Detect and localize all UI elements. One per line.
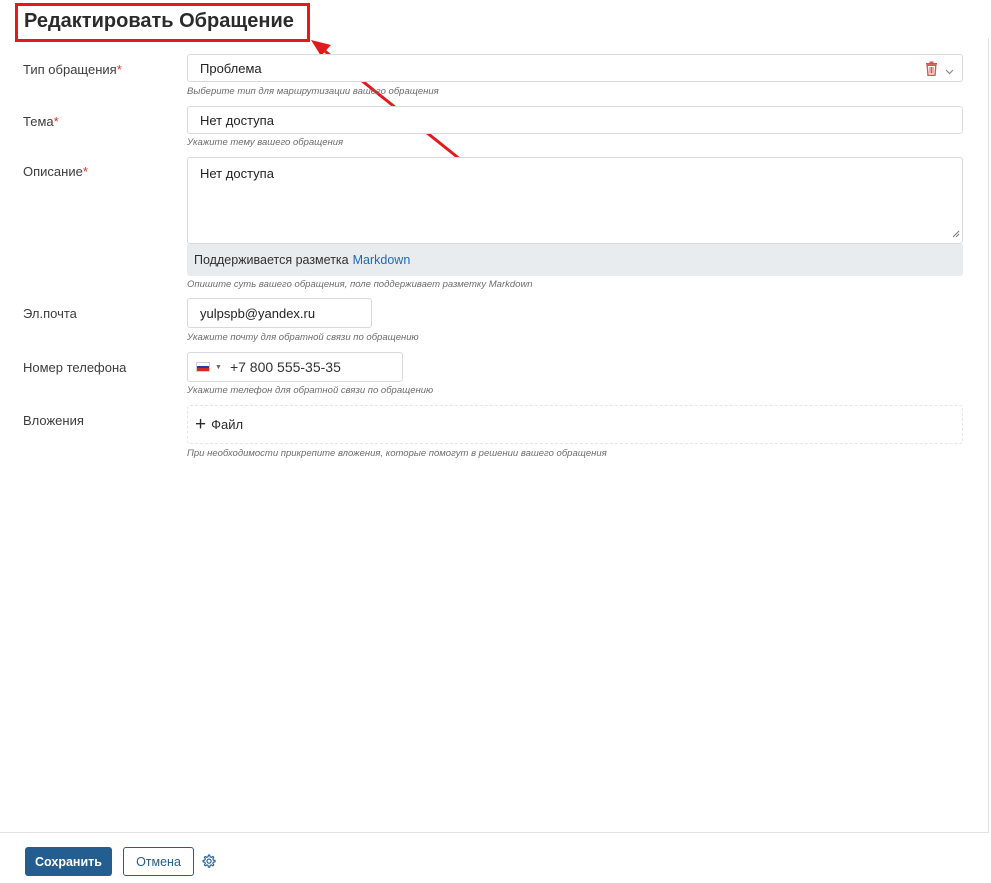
description-label: Описание* — [23, 164, 88, 179]
resize-handle-icon[interactable] — [952, 226, 960, 241]
scrollbar-track[interactable] — [988, 38, 989, 833]
subject-input-value: Нет доступа — [200, 112, 274, 128]
type-select-value: Проблема — [200, 60, 262, 76]
required-mark: * — [53, 114, 59, 129]
markdown-link[interactable]: Markdown — [353, 253, 411, 267]
type-select[interactable]: Проблема — [187, 54, 963, 82]
add-file-button[interactable]: + Файл — [187, 405, 963, 444]
type-label: Тип обращения* — [23, 62, 122, 77]
caret-down-icon[interactable]: ▼ — [215, 364, 222, 371]
gear-icon[interactable] — [201, 854, 216, 874]
subject-label-text: Тема — [23, 114, 54, 129]
save-button[interactable]: Сохранить — [25, 847, 112, 876]
type-label-text: Тип обращения — [23, 62, 117, 77]
email-label: Эл.почта — [23, 306, 77, 321]
page-title: Редактировать Обращение — [24, 10, 294, 32]
phone-label: Номер телефона — [23, 360, 127, 375]
subject-input[interactable]: Нет доступа — [187, 106, 963, 134]
add-file-label: Файл — [211, 417, 244, 432]
plus-icon: + — [195, 414, 207, 435]
phone-hint: Укажите телефон для обратной связи по об… — [187, 385, 434, 396]
description-textarea-value: Нет доступа — [200, 166, 274, 181]
type-hint: Выберите тип для маршрутизации вашего об… — [187, 86, 439, 97]
edit-ticket-page: Редактировать Обращение Тип обращения* П… — [0, 0, 991, 883]
description-label-text: Описание — [23, 164, 83, 179]
russia-flag-icon[interactable] — [196, 362, 210, 372]
cancel-button[interactable]: Отмена — [123, 847, 194, 876]
attachments-hint: При необходимости прикрепите вложения, к… — [187, 448, 607, 459]
email-input-value: yulpspb@yandex.ru — [200, 305, 316, 321]
attachments-label: Вложения — [23, 413, 84, 428]
email-hint: Укажите почту для обратной связи по обра… — [187, 332, 419, 343]
required-mark: * — [82, 164, 88, 179]
description-textarea[interactable]: Нет доступа — [187, 157, 963, 244]
chevron-down-icon[interactable] — [945, 63, 954, 78]
subject-hint: Укажите тему вашего обращения — [187, 137, 344, 148]
subject-label: Тема* — [23, 114, 59, 129]
description-hint: Опишите суть вашего обращения, поле подд… — [187, 279, 533, 290]
required-mark: * — [116, 62, 122, 77]
footer-divider — [0, 832, 988, 833]
trash-icon[interactable] — [925, 61, 938, 79]
phone-input-value: +7 800 555-35-35 — [229, 359, 341, 375]
phone-input[interactable]: ▼ +7 800 555-35-35 — [187, 352, 403, 382]
markdown-note: Поддерживается разметка — [194, 253, 349, 267]
markdown-support-bar: Поддерживается разметка Markdown — [187, 244, 963, 276]
email-input[interactable]: yulpspb@yandex.ru — [187, 298, 372, 328]
